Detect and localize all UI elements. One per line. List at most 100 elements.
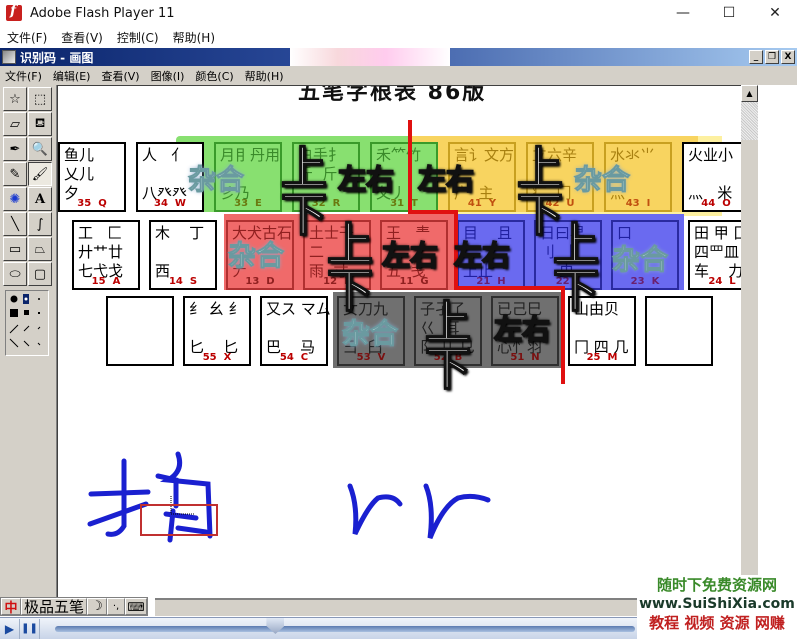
ime-name[interactable]: 极品五笔 [21, 598, 88, 616]
ellipse-tool-icon[interactable]: ⬭ [3, 262, 27, 286]
selection-box[interactable] [140, 504, 218, 536]
pencil-tool-icon[interactable]: ✎ [3, 162, 27, 186]
soft-keyboard-icon[interactable]: ⌨ [125, 598, 148, 615]
ime-logo-icon[interactable]: 中 [1, 598, 21, 616]
screen: Adobe Flash Player 11 — ☐ ✕ 文件(F) 查看(V) … [0, 0, 797, 639]
handwriting-strokes [87, 451, 491, 543]
divider-line-1 [408, 120, 412, 212]
stroke-v2 [423, 483, 491, 539]
label-zahe-3: 杂合 [227, 239, 285, 273]
menu-file[interactable]: 文件(F) [7, 29, 47, 46]
menu-view[interactable]: 查看(V) [61, 29, 103, 46]
key-number: 11 [399, 276, 414, 287]
pause-button[interactable]: ❚❚ [20, 618, 40, 639]
airbrush-tool-icon[interactable]: ✺ [3, 187, 27, 211]
blurred-region [290, 48, 450, 66]
key-code: 55 X [185, 352, 249, 363]
play-button[interactable]: ▶ [0, 618, 20, 639]
key-radicals: 纟 幺 纟 匕 匕 [189, 300, 244, 356]
key-number: 25 [586, 352, 601, 363]
key-letter: E [255, 198, 262, 209]
key-number: 55 [202, 352, 217, 363]
rectangle-tool-icon[interactable]: ▭ [3, 237, 27, 261]
key-letter: A [112, 276, 121, 287]
key-number: 31 [390, 198, 405, 209]
stroke-shou-vertical [105, 458, 127, 537]
label-zuoyou-1: 左右 [337, 162, 395, 197]
stroke-v1 [347, 483, 403, 536]
key-code [108, 352, 172, 363]
key-x: 纟 幺 纟 匕 匕 55 X [183, 296, 251, 366]
maximize-button[interactable]: ☐ [706, 0, 752, 26]
key-number: 54 [279, 352, 294, 363]
key-a: 工 匚 廾艹廿 七弋戈 15 A [72, 220, 140, 290]
label-zuoyou-3: 左右 [381, 238, 439, 273]
key-number: 14 [168, 276, 183, 287]
key-radicals: 工 匚 廾艹廿 七弋戈 [78, 224, 124, 280]
paint-menu-view[interactable]: 查看(V) [101, 68, 139, 84]
polygon-tool-icon[interactable]: ⏢ [28, 237, 52, 261]
eraser-tool-icon[interactable]: ▱ [3, 112, 27, 136]
color-picker-tool-icon[interactable]: ✒ [3, 137, 27, 161]
key-number: 24 [708, 276, 723, 287]
fill-tool-icon[interactable]: ⛾ [28, 112, 52, 136]
key-letter: T [411, 198, 418, 209]
paint-restore-button[interactable]: ❐ [765, 50, 779, 64]
watermark-line-2: www.SuiShiXia.com [639, 596, 795, 612]
text-tool-icon[interactable]: A [28, 187, 52, 211]
paint-menu-edit[interactable]: 编辑(E) [53, 68, 91, 84]
vertical-scrollbar[interactable]: ▲ [741, 85, 758, 600]
key-radicals: 鱼儿 乂儿 夕 [64, 146, 95, 202]
paint-close-button[interactable]: X [781, 50, 795, 64]
paint-menu-image[interactable]: 图像(I) [151, 68, 185, 84]
brush-tool-icon[interactable]: 🖌 [28, 162, 52, 186]
brush-size-options[interactable] [5, 290, 49, 356]
key-number: 15 [91, 276, 106, 287]
key-radicals: 木 丁 西 [155, 224, 205, 280]
paint-menu-colors[interactable]: 颜色(C) [195, 68, 233, 84]
stroke-shou-rising [87, 501, 149, 527]
scroll-track[interactable] [741, 102, 758, 140]
punctuation-icon[interactable]: ·, [107, 598, 126, 615]
key-letter: Y [488, 198, 497, 209]
paint-minimize-button[interactable]: _ [749, 50, 763, 64]
key-code: 31 T [372, 198, 436, 209]
key-letter: S [189, 276, 198, 287]
free-select-tool-icon[interactable]: ☆ [3, 87, 27, 111]
key-l: 田 甲 囗 四罒皿 车 力24 L [688, 220, 741, 290]
key-c: 又ス マム 巴 马 54 C [260, 296, 331, 366]
key-letter: C [300, 352, 309, 363]
key-code: 54 C [262, 352, 326, 363]
magnifier-tool-icon[interactable]: 🔍 [28, 137, 52, 161]
key-code: 11 G [382, 276, 446, 287]
playback-track[interactable] [55, 626, 635, 632]
paint-menu-help[interactable]: 帮助(H) [245, 68, 284, 84]
rect-select-tool-icon[interactable]: ⬚ [28, 87, 52, 111]
key-letter: M [607, 352, 618, 363]
paint-menu-file[interactable]: 文件(F) [5, 68, 42, 84]
menu-help[interactable]: 帮助(H) [173, 29, 215, 46]
rounded-rect-tool-icon[interactable]: ▢ [28, 262, 52, 286]
label-zuoyou-2: 左右 [417, 162, 475, 197]
curve-tool-icon[interactable]: ∫ [28, 212, 52, 236]
key-letter: G [420, 276, 429, 287]
line-tool-icon[interactable]: ╲ [3, 212, 27, 236]
window-title: Adobe Flash Player 11 [30, 5, 175, 21]
key-number: 53 [356, 352, 371, 363]
key-letter: I [646, 198, 651, 209]
key-code: 43 I [606, 198, 670, 209]
menu-control[interactable]: 控制(C) [117, 29, 159, 46]
halfwidth-moon-icon[interactable]: ☽ [87, 598, 108, 615]
minimize-button[interactable]: — [660, 0, 706, 26]
flash-logo-icon [6, 3, 22, 21]
key-q: 鱼儿 乂儿 夕 35 Q [58, 142, 126, 212]
label-zahe-4: 杂合 [611, 243, 669, 277]
scroll-up-arrow-icon[interactable]: ▲ [741, 85, 758, 102]
paint-menubar: 文件(F) 编辑(E) 查看(V) 图像(I) 颜色(C) 帮助(H) [0, 66, 797, 85]
key-number: 33 [234, 198, 249, 209]
close-button[interactable]: ✕ [752, 0, 797, 26]
key-code: 44 O [684, 198, 741, 209]
key-number: 41 [467, 198, 482, 209]
key-letter: U [566, 198, 575, 209]
paint-canvas[interactable]: 五笔字根表 86版 鱼儿 乂儿 夕 35 Q人 亻 八癶癶 34 W 月⺝丹用 彡乃 3… [57, 85, 741, 600]
